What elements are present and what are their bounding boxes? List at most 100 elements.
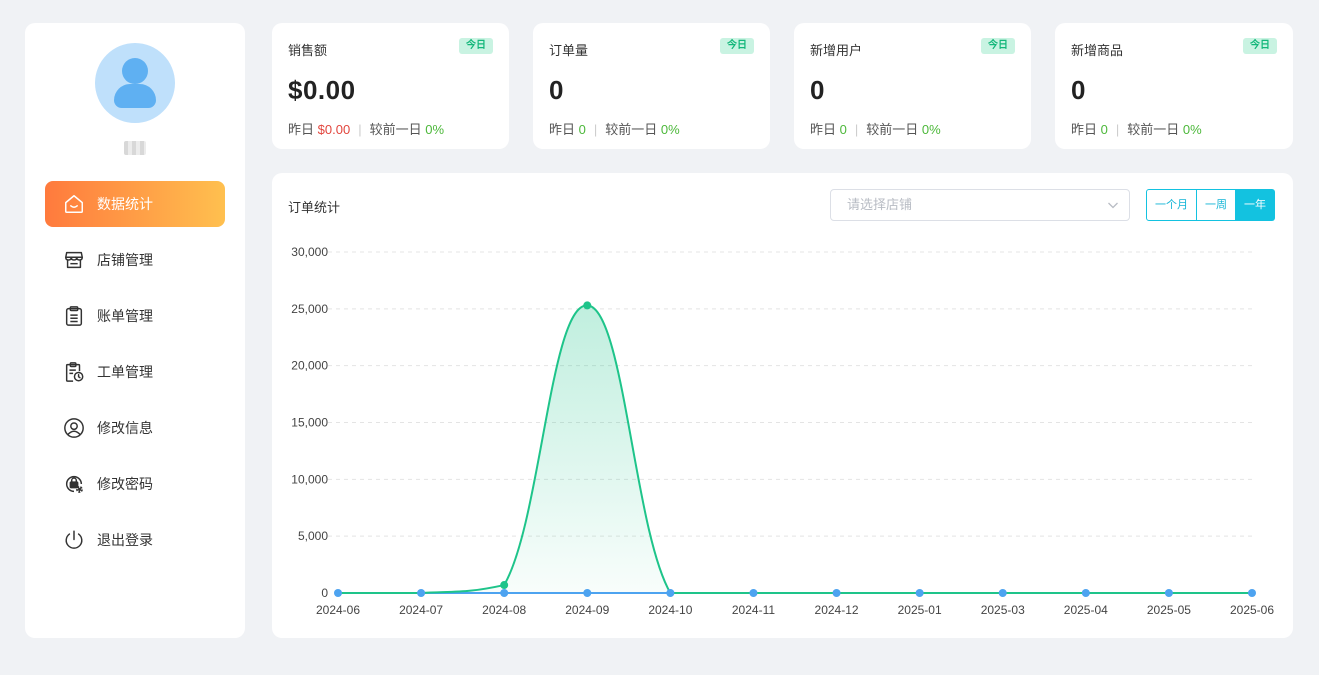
data-point [749,589,758,597]
data-point [334,589,342,597]
sidebar-item-label: 修改信息 [97,420,153,436]
compare-label: 较前一日 [369,122,422,137]
today-badge: 今日 [459,38,493,54]
sidebar-item-label: 工单管理 [97,364,153,380]
x-tick-label: 2024-11 [732,603,775,617]
avatar-head [122,58,148,84]
compare-label: 较前一日 [866,122,919,137]
sidebar-item-label: 账单管理 [97,308,153,324]
x-tick-label: 2024-06 [316,603,360,617]
yesterday-label: 昨日 [810,122,837,137]
series-area [338,305,1252,593]
stat-card-orders: 订单量 今日 0 昨日 0 | 较前一日 0% [533,23,770,149]
stat-card-new-products: 新增商品 今日 0 昨日 0 | 较前一日 0% [1055,23,1293,149]
y-tick-label: 10,000 [291,472,328,486]
data-point [1248,589,1256,597]
compare-label: 较前一日 [605,122,658,137]
compare-value: 0% [660,122,680,137]
user-icon [64,418,84,438]
sidebar-item-store[interactable]: 店铺管理 [45,237,225,283]
sidebar-item-logout[interactable]: 退出登录 [45,517,225,563]
x-tick-label: 2024-09 [565,603,609,617]
x-tick-label: 2024-08 [482,603,526,617]
compare-label: 较前一日 [1127,122,1180,137]
sidebar-item-change-password[interactable]: 修改密码 [45,461,225,507]
sidebar-item-label: 退出登录 [97,532,153,548]
data-point [500,581,509,590]
card-compare: 昨日 0 | 较前一日 0% [549,119,680,138]
today-badge: 今日 [981,38,1015,54]
series-line-green [337,304,1252,595]
sidebar-item-work-order[interactable]: 工单管理 [45,349,225,395]
yesterday-value: 0 [578,122,586,137]
card-value: 0 [549,75,564,105]
yesterday-value: $0.00 [317,122,351,137]
data-point [1164,589,1173,597]
y-tick-label: 20,000 [291,359,328,373]
store-icon [65,251,83,269]
y-tick-label: 25,000 [291,302,328,316]
data-point [417,589,426,597]
today-badge: 今日 [720,38,754,54]
card-title: 新增商品 [1071,43,1124,58]
divider: | [1115,122,1120,137]
sidebar-menu: 数据统计 店铺管理 账单管理 工单管理 修改信息 修改密码 退出登录 [45,181,225,573]
order-stats-panel: 订单统计 请选择店铺 一个月 一周 一年 0 5,000 10,000 15,000 2… [272,173,1293,638]
x-tick-label: 2025-04 [1064,603,1108,617]
sidebar-item-label: 店铺管理 [97,252,153,268]
bill-icon [65,306,83,326]
divider: | [854,122,859,137]
compare-value: 0% [1182,122,1202,137]
data-point [915,589,924,597]
data-point [998,589,1007,597]
data-point [500,589,509,597]
divider: | [358,122,362,137]
avatar[interactable] [95,43,175,123]
avatar-body [114,84,156,108]
order-line-chart: 0 5,000 10,000 15,000 20,000 25,000 30,000 2024… [291,245,1274,617]
sidebar-item-label: 修改密码 [97,476,153,492]
y-tick-label: 15,000 [291,416,328,430]
card-value: 0 [810,75,825,105]
x-tick-label: 2024-12 [815,603,859,617]
compare-value: 0% [425,122,445,137]
x-tick-label: 2025-06 [1230,603,1274,617]
yesterday-label: 昨日 [288,122,315,137]
sidebar-item-data-stats[interactable]: 数据统计 [45,181,225,227]
power-icon [65,530,83,549]
data-point [832,589,841,597]
sidebar-item-edit-info[interactable]: 修改信息 [45,405,225,451]
data-point [583,589,592,597]
stat-cards: 销售额 今日 $0.00 昨日 $0.00 | 较前一日 0% 订单量 今日 0 昨… [272,23,1293,149]
divider: | [593,122,598,137]
sidebar: 数据统计 店铺管理 账单管理 工单管理 修改信息 修改密码 退出登录 [25,23,245,638]
y-tick-label: 5,000 [298,529,328,543]
work-order-icon [65,362,84,382]
data-point [1081,589,1090,597]
home-icon [65,195,83,213]
x-tick-label: 2024-07 [399,603,443,617]
username-blurred [124,140,146,155]
card-compare: 昨日 0 | 较前一日 0% [1071,119,1202,138]
y-tick-label: 30,000 [291,245,328,259]
yesterday-label: 昨日 [1071,122,1098,137]
y-tick-label: 0 [321,586,328,600]
x-tick-label: 2025-05 [1147,603,1191,617]
card-value: 0 [1071,75,1086,105]
yesterday-label: 昨日 [549,122,576,137]
sidebar-item-label: 数据统计 [97,196,153,212]
today-badge: 今日 [1243,38,1277,54]
lock-gear-icon [65,475,83,493]
data-point [583,301,592,310]
x-tick-label: 2025-01 [898,603,942,617]
card-title: 订单量 [549,43,589,58]
x-tick-label: 2025-03 [981,603,1025,617]
x-tick-label: 2024-10 [648,603,692,617]
compare-value: 0% [921,122,941,137]
data-point [666,589,675,597]
sidebar-item-bill[interactable]: 账单管理 [45,293,225,339]
username [25,139,245,155]
yesterday-value: 0 [1100,122,1108,137]
card-title: 销售额 [288,43,328,58]
card-compare: 昨日 $0.00 | 较前一日 0% [288,119,444,138]
